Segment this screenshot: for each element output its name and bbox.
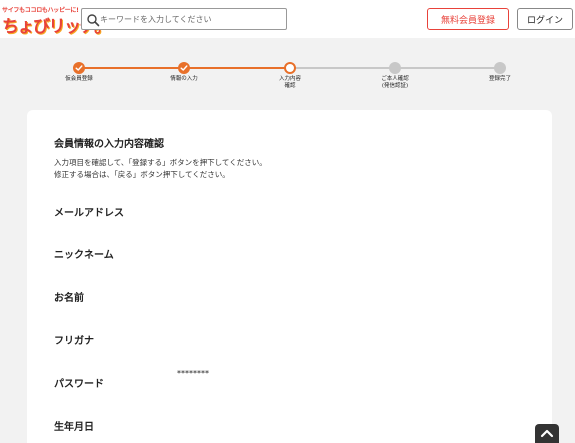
step-5-label: 登録完了 — [488, 76, 511, 82]
step-4-dot — [389, 62, 401, 74]
search-box — [81, 8, 287, 30]
step-3-label: 入力内容 確認 — [278, 76, 301, 89]
search-icon[interactable] — [86, 12, 100, 27]
confirm-card: 会員情報の入力内容確認 入力項目を確認して、「登録する」ボタンを押下してください… — [27, 110, 552, 443]
search-input[interactable] — [100, 11, 284, 27]
confirm-description-line-2: 修正する場合は、「戻る」ボタン押下してください。 — [54, 170, 230, 179]
email-label: メールアドレス — [54, 208, 124, 219]
birthdate-label: 生年月日 — [54, 422, 94, 433]
confirm-description: 入力項目を確認して、「登録する」ボタンを押下してください。 修正する場合は、「戻… — [54, 157, 267, 181]
check-icon — [75, 65, 83, 71]
registration-progress: 仮会員登録 情報の入力 入力内容 確認 ご本人確認 (発信認証) 登録完了 — [0, 56, 575, 96]
confirm-title: 会員情報の入力内容確認 — [54, 139, 164, 150]
nickname-label: ニックネーム — [54, 250, 114, 261]
password-value: ******** — [177, 369, 209, 378]
check-icon — [180, 65, 188, 71]
step-3-dot — [284, 62, 296, 74]
confirm-description-line-1: 入力項目を確認して、「登録する」ボタンを押下してください。 — [54, 158, 267, 167]
step-2-label: 情報の入力 — [170, 76, 198, 82]
site-header: サイフもココロもハッピーに! ちょびリッチ。 無料会員登録 ログイン — [0, 0, 575, 38]
step-1-dot — [73, 62, 85, 74]
scroll-to-top-button[interactable] — [535, 424, 559, 443]
password-label: パスワード — [54, 379, 104, 390]
register-button[interactable]: 無料会員登録 — [427, 8, 509, 30]
step-1-label: 仮会員登録 — [65, 76, 93, 82]
login-button[interactable]: ログイン — [517, 8, 573, 30]
chevron-up-icon — [540, 429, 554, 438]
step-4-label: ご本人確認 (発信認証) — [381, 76, 409, 89]
step-2-dot — [178, 62, 190, 74]
site-logo[interactable]: サイフもココロもハッピーに! ちょびリッチ。 — [2, 5, 111, 37]
furigana-label: フリガナ — [54, 336, 94, 347]
step-5-dot — [494, 62, 506, 74]
name-label: お名前 — [54, 293, 84, 304]
